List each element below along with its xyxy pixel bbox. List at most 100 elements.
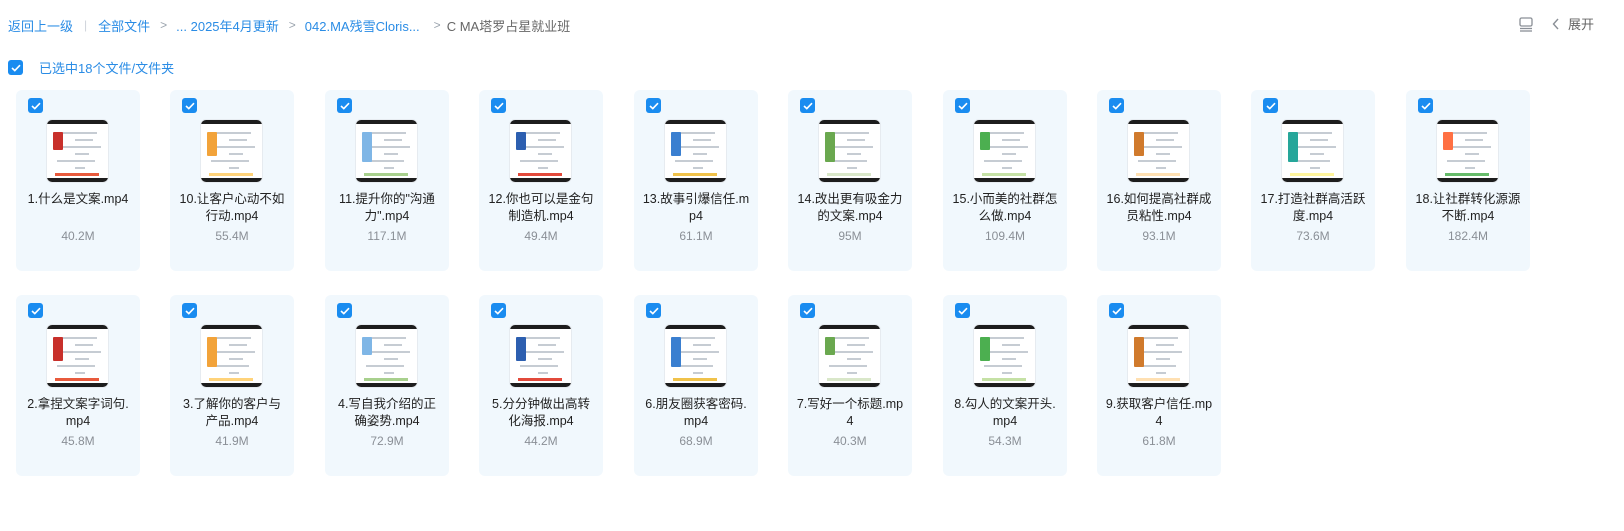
file-name: 14.改出更有吸金力的文案.mp4 xyxy=(797,192,903,223)
file-card[interactable]: 15.小而美的社群怎么做.mp4 109.4M xyxy=(943,90,1067,271)
file-size: 44.2M xyxy=(524,434,558,448)
file-checkbox[interactable] xyxy=(955,98,970,113)
breadcrumb: 返回上一级 | 全部文件 > ... 2025年4月更新 > 042.MA残雪C… xyxy=(8,16,570,34)
toolbar: 展开 xyxy=(1518,14,1594,33)
video-thumbnail xyxy=(201,120,262,182)
file-size: 68.9M xyxy=(679,434,713,448)
file-card[interactable]: 17.打造社群高活跃度.mp4 73.6M xyxy=(1251,90,1375,271)
file-checkbox[interactable] xyxy=(646,303,661,318)
video-thumbnail xyxy=(819,120,880,182)
check-icon xyxy=(1111,307,1122,315)
file-card[interactable]: 12.你也可以是金句制造机.mp4 49.4M xyxy=(479,90,603,271)
file-card[interactable]: 9.获取客户信任.mp4 61.8M xyxy=(1097,295,1221,476)
file-name: 7.写好一个标题.mp4 xyxy=(796,397,904,428)
video-thumbnail xyxy=(1128,325,1189,387)
file-card[interactable]: 1.什么是文案.mp4 40.2M xyxy=(16,90,140,271)
breadcrumb-all-files[interactable]: 全部文件 xyxy=(98,16,150,35)
file-size: 41.9M xyxy=(215,434,249,448)
breadcrumb-042-folder[interactable]: 042.MA残雪Cloris... xyxy=(305,16,420,35)
file-size: 45.8M xyxy=(61,434,95,448)
file-size: 95M xyxy=(838,229,862,243)
file-card[interactable]: 4.写自我介绍的正确姿势.mp4 72.9M xyxy=(325,295,449,476)
file-name: 18.让社群转化源源不断.mp4 xyxy=(1415,192,1521,223)
video-thumbnail xyxy=(356,120,417,182)
top-bar: 返回上一级 | 全部文件 > ... 2025年4月更新 > 042.MA残雪C… xyxy=(0,0,1624,48)
file-name: 8.勾人的文案开头.mp4 xyxy=(954,397,1056,428)
file-checkbox[interactable] xyxy=(955,303,970,318)
check-icon xyxy=(648,102,659,110)
file-checkbox[interactable] xyxy=(800,303,815,318)
file-name: 6.朋友圈获客密码.mp4 xyxy=(645,397,747,428)
file-size: 49.4M xyxy=(524,229,558,243)
file-checkbox[interactable] xyxy=(337,303,352,318)
file-name: 11.提升你的"沟通力".mp4 xyxy=(339,192,435,223)
expand-button[interactable]: 展开 xyxy=(1552,14,1594,33)
file-card[interactable]: 7.写好一个标题.mp4 40.3M xyxy=(788,295,912,476)
select-all-checkbox[interactable] xyxy=(8,60,23,75)
selection-count-label: 已选中18个文件/文件夹 xyxy=(39,61,175,76)
check-icon xyxy=(339,307,350,315)
breadcrumb-separator: > xyxy=(160,18,168,32)
file-size: 93.1M xyxy=(1142,229,1176,243)
file-size: 109.4M xyxy=(984,229,1026,243)
back-link[interactable]: 返回上一级 xyxy=(8,16,73,35)
breadcrumb-2025-update[interactable]: ... 2025年4月更新 xyxy=(176,16,279,35)
file-size: 61.1M xyxy=(679,229,713,243)
breadcrumb-current: C MA塔罗占星就业班 xyxy=(446,18,571,34)
video-thumbnail xyxy=(665,120,726,182)
file-checkbox[interactable] xyxy=(491,98,506,113)
file-card[interactable]: 3.了解你的客户与产品.mp4 41.9M xyxy=(170,295,294,476)
check-icon xyxy=(493,102,504,110)
file-card[interactable]: 2.拿捏文案字词句.mp4 45.8M xyxy=(16,295,140,476)
file-size: 61.8M xyxy=(1142,434,1176,448)
file-checkbox[interactable] xyxy=(1109,98,1124,113)
video-thumbnail xyxy=(201,325,262,387)
file-card[interactable]: 11.提升你的"沟通力".mp4 117.1M xyxy=(325,90,449,271)
file-checkbox[interactable] xyxy=(28,303,43,318)
file-size: 40.2M xyxy=(61,229,95,243)
file-size: 182.4M xyxy=(1447,229,1489,243)
file-card[interactable]: 6.朋友圈获客密码.mp4 68.9M xyxy=(634,295,758,476)
check-icon xyxy=(30,307,41,315)
check-icon xyxy=(184,102,195,110)
video-thumbnail xyxy=(47,325,108,387)
file-checkbox[interactable] xyxy=(800,98,815,113)
file-checkbox[interactable] xyxy=(337,98,352,113)
file-card[interactable]: 5.分分钟做出高转化海报.mp4 44.2M xyxy=(479,295,603,476)
list-view-icon[interactable] xyxy=(1518,16,1534,32)
file-checkbox[interactable] xyxy=(1109,303,1124,318)
check-icon xyxy=(1111,102,1122,110)
file-size: 117.1M xyxy=(367,229,407,243)
check-icon xyxy=(802,102,813,110)
check-icon xyxy=(1265,102,1276,110)
file-card[interactable]: 13.故事引爆信任.mp4 61.1M xyxy=(634,90,758,271)
file-card[interactable]: 8.勾人的文案开头.mp4 54.3M xyxy=(943,295,1067,476)
file-name: 9.获取客户信任.mp4 xyxy=(1105,397,1213,428)
file-name: 1.什么是文案.mp4 xyxy=(27,192,129,206)
file-name: 2.拿捏文案字词句.mp4 xyxy=(27,397,129,428)
file-card[interactable]: 16.如何提高社群成员粘性.mp4 93.1M xyxy=(1097,90,1221,271)
file-checkbox[interactable] xyxy=(1418,98,1433,113)
check-icon xyxy=(493,307,504,315)
video-thumbnail xyxy=(974,120,1035,182)
file-checkbox[interactable] xyxy=(182,98,197,113)
file-card[interactable]: 18.让社群转化源源不断.mp4 182.4M xyxy=(1406,90,1530,271)
file-checkbox[interactable] xyxy=(28,98,43,113)
file-card[interactable]: 14.改出更有吸金力的文案.mp4 95M xyxy=(788,90,912,271)
check-icon xyxy=(184,307,195,315)
video-thumbnail xyxy=(510,120,571,182)
check-icon xyxy=(648,307,659,315)
file-size: 72.9M xyxy=(370,434,404,448)
file-name: 10.让客户心动不如行动.mp4 xyxy=(179,192,285,223)
breadcrumb-separator: > xyxy=(288,18,296,32)
file-checkbox[interactable] xyxy=(646,98,661,113)
file-checkbox[interactable] xyxy=(491,303,506,318)
check-icon xyxy=(957,102,968,110)
breadcrumb-divider: | xyxy=(84,18,88,32)
video-thumbnail xyxy=(1128,120,1189,182)
file-name: 3.了解你的客户与产品.mp4 xyxy=(183,397,281,428)
file-checkbox[interactable] xyxy=(182,303,197,318)
file-checkbox[interactable] xyxy=(1263,98,1278,113)
video-thumbnail xyxy=(356,325,417,387)
file-card[interactable]: 10.让客户心动不如行动.mp4 55.4M xyxy=(170,90,294,271)
